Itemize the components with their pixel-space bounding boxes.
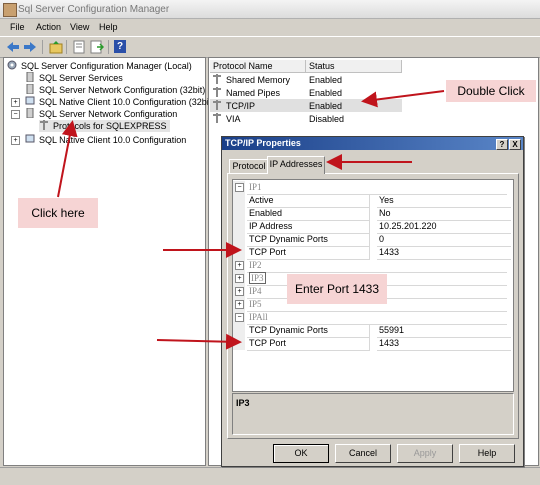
arrow-to-tcpip xyxy=(361,90,445,108)
arrow-to-ipall-tcp-port xyxy=(156,333,242,350)
arrow-to-protocols xyxy=(57,120,78,198)
annotation-arrows xyxy=(57,90,445,350)
tab-ip-addresses[interactable]: IP Addresses xyxy=(267,156,325,174)
